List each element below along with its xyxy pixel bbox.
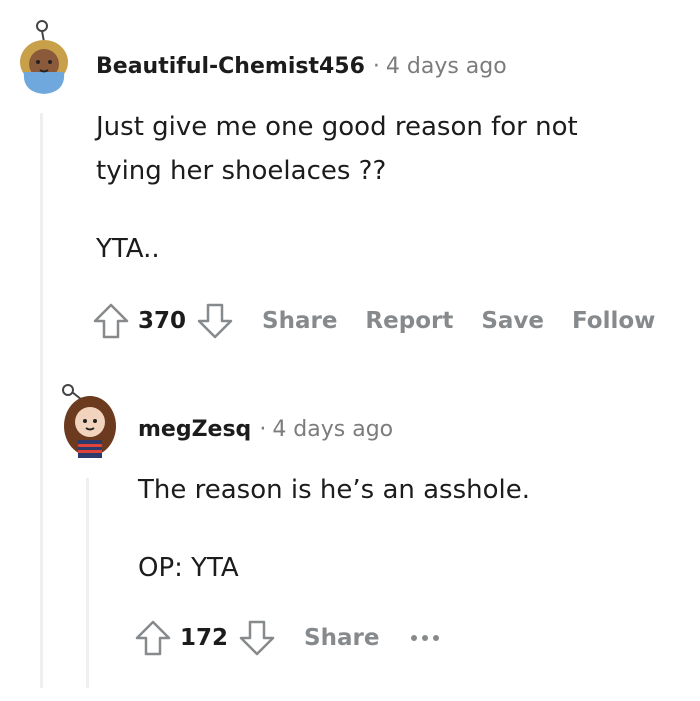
comment-timestamp[interactable]: 4 days ago [386,54,507,79]
avatar[interactable] [14,20,74,100]
comment-text-line: Just give me one good reason for not [96,112,578,142]
comment-meta: Beautiful-Chemist456 · 4 days ago [96,54,507,79]
more-options-icon[interactable] [411,635,440,641]
report-button[interactable]: Report [365,308,453,334]
meta-separator: · [259,417,267,442]
comment-author[interactable]: megZesq [138,417,251,442]
downvote-arrow-icon[interactable] [196,302,234,340]
share-button[interactable]: Share [262,308,337,334]
save-button[interactable]: Save [481,308,544,334]
downvote-arrow-icon[interactable] [238,619,276,657]
comment-actions: 172 Share [134,619,440,657]
comment-author[interactable]: Beautiful-Chemist456 [96,54,365,79]
upvote-arrow-icon[interactable] [134,619,172,657]
upvote-arrow-icon[interactable] [92,302,130,340]
share-button[interactable]: Share [304,625,379,651]
comment-actions: 370 Share Report Save Follow [92,302,655,340]
comment-text-line: The reason is he’s an asshole. [138,475,531,505]
comment-timestamp[interactable]: 4 days ago [272,417,393,442]
comment-body: The reason is he’s an asshole. OP: YTA [138,468,530,590]
comment-text-line: YTA.. [96,234,160,264]
thread-line-outer[interactable] [40,113,43,688]
vote-count: 370 [138,308,187,334]
follow-button[interactable]: Follow [572,308,655,334]
vote-count: 172 [180,625,229,651]
comment-text-line: OP: YTA [138,553,239,583]
comment-text-line: tying her shoelaces ?? [96,156,387,186]
comment-body: Just give me one good reason for not tyi… [96,105,578,271]
comment-meta: megZesq · 4 days ago [138,417,393,442]
meta-separator: · [372,54,380,79]
thread-line-inner[interactable] [86,478,89,688]
avatar[interactable] [58,378,122,462]
